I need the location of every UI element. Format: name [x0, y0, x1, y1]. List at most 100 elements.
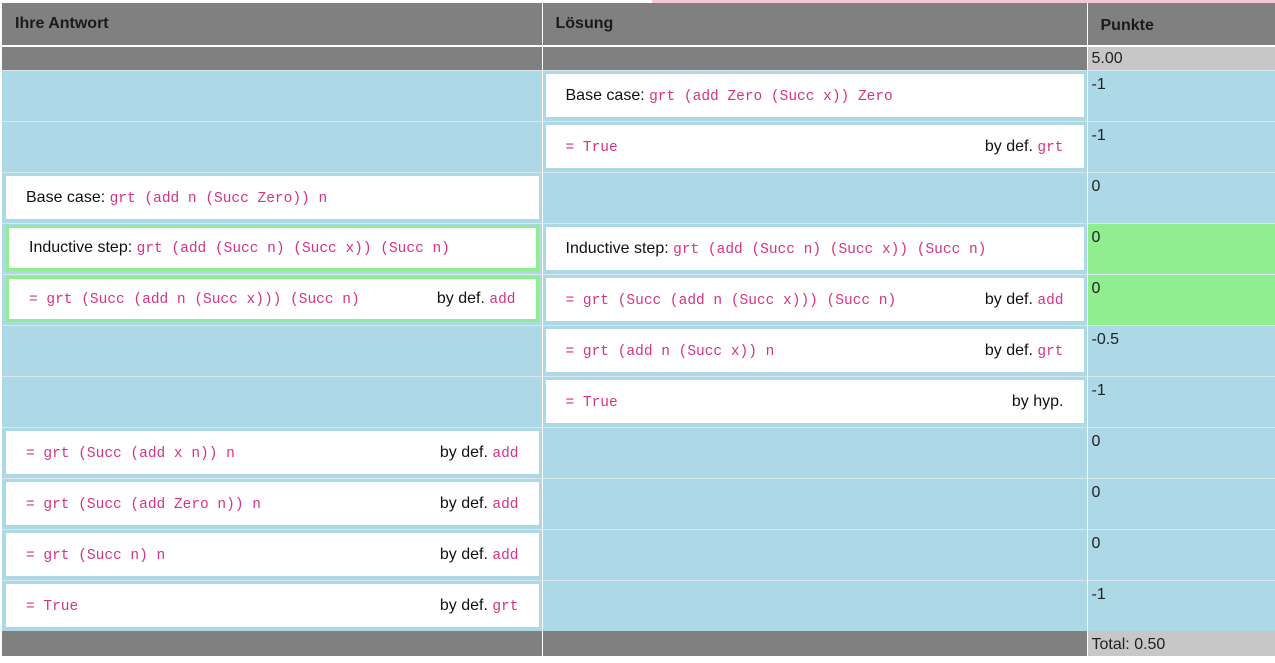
proof-step-box: = grt (add n (Succ x)) n by def. grt: [545, 329, 1084, 372]
solution-cell: [542, 529, 1088, 581]
justification-function: add: [492, 496, 519, 513]
points-cell: 0: [1087, 478, 1275, 530]
solution-cell: = grt (add n (Succ x)) n by def. grt: [542, 325, 1088, 377]
proof-step-statement: = grt (Succ (add Zero n)) n: [26, 495, 261, 513]
step-label: Base case:: [565, 86, 650, 104]
proof-row: = grt (Succ (add Zero n)) n by def. add 0: [2, 478, 1275, 530]
step-code: = grt (Succ (add n (Succ x))) (Succ n): [565, 292, 897, 309]
step-code: = grt (Succ (add Zero n)) n: [26, 496, 261, 513]
step-justification: by def. add: [440, 495, 519, 513]
step-code: = True: [565, 139, 618, 156]
answer-cell: [2, 325, 543, 377]
step-code: = True: [565, 394, 618, 411]
points-value: 0: [1091, 433, 1101, 450]
justification-text: by def.: [436, 290, 490, 307]
proof-step-statement: = grt (Succ (add n (Succ x))) (Succ n): [566, 291, 897, 309]
justification-text: by def.: [984, 341, 1038, 359]
answer-cell: = True by def. grt: [2, 580, 543, 631]
justification-text: by def.: [439, 545, 493, 563]
step-code: = grt (Succ (add x n)) n: [26, 445, 235, 462]
proof-step-statement: Inductive step: grt (add (Succ n) (Succ …: [29, 239, 450, 257]
points-cell: 0: [1087, 172, 1275, 224]
solution-cell: = True by def. grt: [542, 121, 1088, 173]
header-points: Punkte: [1087, 3, 1275, 45]
answer-cell: [2, 121, 543, 173]
proof-step-box: = grt (Succ (add n (Succ x))) (Succ n) by…: [6, 276, 539, 322]
step-code: = grt (Succ n) n: [26, 547, 166, 564]
justification-text: by def.: [984, 137, 1038, 155]
proof-step-statement: = grt (Succ (add n (Succ x))) (Succ n): [29, 290, 360, 308]
proof-step-box: = True by def. grt: [6, 584, 539, 627]
justification-text: by def.: [439, 596, 493, 614]
header-answer: Ihre Antwort: [2, 3, 543, 45]
header-solution: Lösung: [542, 3, 1088, 45]
proof-step-box: = grt (Succ (add n (Succ x))) (Succ n) by…: [545, 278, 1084, 321]
step-code: grt (add (Succ n) (Succ x)) (Succ n): [136, 241, 450, 257]
points-cell: -1: [1087, 376, 1275, 428]
proof-step-box: Base case: grt (add n (Succ Zero)) n: [6, 176, 539, 219]
step-justification: by def. grt: [440, 597, 519, 615]
step-justification: by hyp.: [1012, 393, 1064, 411]
proof-step-statement: = grt (Succ (add x n)) n: [26, 444, 235, 462]
justification-function: grt: [1037, 139, 1064, 156]
answer-cell: Inductive step: grt (add (Succ n) (Succ …: [2, 223, 543, 275]
total-row: Total: 0.50: [2, 631, 1275, 656]
answer-cell: = grt (Succ n) n by def. add: [2, 529, 543, 581]
step-code: = True: [26, 598, 79, 615]
solution-cell: [542, 478, 1088, 530]
points-value: -1: [1091, 586, 1106, 603]
step-code: grt (add n (Succ Zero)) n: [109, 190, 328, 207]
total-points: Total: 0.50: [1087, 631, 1275, 656]
points-cell: -1: [1087, 121, 1275, 173]
step-code: = grt (add n (Succ x)) n: [565, 343, 775, 360]
points-cell: 0: [1087, 274, 1275, 326]
justification-text: by def.: [439, 494, 493, 512]
proof-row: Inductive step: grt (add (Succ n) (Succ …: [2, 223, 1275, 275]
step-justification: by def. grt: [985, 342, 1064, 360]
proof-step-box: Base case: grt (add Zero (Succ x)) Zero: [545, 74, 1084, 117]
grading-table: Ihre Antwort Lösung Punkte 5.00 Base cas…: [2, 3, 1275, 656]
solution-cell: Base case: grt (add Zero (Succ x)) Zero: [542, 70, 1088, 122]
points-cell: 0: [1087, 427, 1275, 479]
points-cell: 0: [1087, 529, 1275, 581]
solution-cell: [542, 427, 1088, 479]
points-cell: -1: [1087, 70, 1275, 122]
step-justification: by def. add: [985, 291, 1064, 309]
solution-cell: [542, 580, 1088, 631]
justification-function: grt: [1037, 343, 1064, 360]
proof-step-box: = True by def. grt: [545, 125, 1084, 168]
step-justification: by def. grt: [985, 138, 1064, 156]
points-value: 0: [1091, 280, 1101, 297]
proof-step-statement: = True: [566, 138, 618, 156]
step-label: Inductive step:: [29, 239, 137, 256]
step-code: grt (add (Succ n) (Succ x)) (Succ n): [673, 241, 987, 258]
justification-text: by def.: [984, 290, 1038, 308]
proof-step-box: = grt (Succ n) n by def. add: [6, 533, 539, 576]
points-cell: -1: [1087, 580, 1275, 631]
solution-cell: = True by hyp.: [542, 376, 1088, 428]
answer-cell: = grt (Succ (add n (Succ x))) (Succ n) by…: [2, 274, 543, 326]
proof-row: = grt (Succ (add n (Succ x))) (Succ n) by…: [2, 274, 1275, 326]
solution-cell: Inductive step: grt (add (Succ n) (Succ …: [542, 223, 1088, 275]
proof-step-statement: = True: [566, 393, 618, 411]
proof-row: = True by def. grt -1: [2, 580, 1275, 631]
proof-row: = grt (Succ n) n by def. add 0: [2, 529, 1275, 581]
points-value: 0: [1091, 484, 1101, 501]
justification-function: add: [489, 292, 516, 308]
proof-step-statement: = grt (Succ n) n: [26, 546, 165, 564]
points-value: -1: [1091, 127, 1106, 144]
proof-step-statement: Base case: grt (add Zero (Succ x)) Zero: [566, 87, 893, 105]
points-value: -0.5: [1091, 331, 1120, 348]
proof-step-box: Inductive step: grt (add (Succ n) (Succ …: [545, 227, 1084, 270]
solution-cell: [542, 172, 1088, 224]
proof-step-statement: = True: [26, 597, 78, 615]
justification-text: by def.: [439, 443, 493, 461]
proof-row: Base case: grt (add Zero (Succ x)) Zero -…: [2, 70, 1275, 122]
points-value: 0: [1091, 178, 1101, 195]
justification-function: add: [492, 445, 519, 462]
proof-step-box: = grt (Succ (add x n)) n by def. add: [6, 431, 539, 474]
proof-row: Base case: grt (add n (Succ Zero)) n 0: [2, 172, 1275, 224]
step-justification: by def. add: [440, 444, 519, 462]
proof-step-box: = True by hyp.: [545, 380, 1084, 423]
proof-step-statement: Inductive step: grt (add (Succ n) (Succ …: [566, 240, 987, 258]
